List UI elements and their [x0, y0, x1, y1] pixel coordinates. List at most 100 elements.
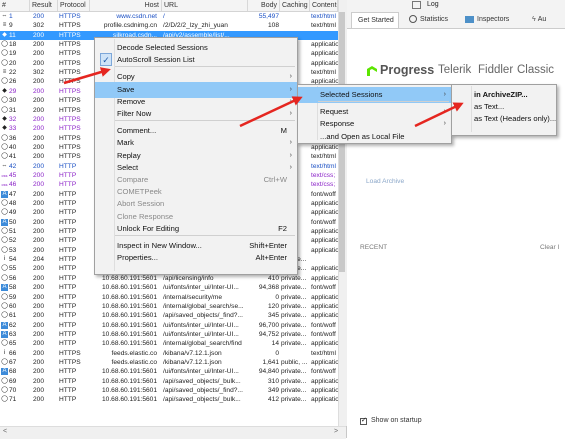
cell-number: 63 — [9, 330, 17, 338]
menu-item-as-text-headers-only[interactable]: as Text (Headers only)... — [452, 111, 556, 127]
col-header-host[interactable]: Host — [90, 0, 162, 11]
col-header-url[interactable]: URL — [162, 0, 248, 11]
cell-number: 9 — [9, 22, 13, 30]
cell-body: 55,497 — [258, 13, 279, 20]
cell-number: 20 — [9, 59, 17, 67]
table-row[interactable]: A 58 200 HTTP 10.68.60.191:5601/ui/fonts/int… — [0, 283, 338, 292]
table-row[interactable]: ≡ 9 302 HTTPS profile.csdnimg.cn/2/D/2/2_lzy… — [0, 21, 338, 30]
col-header-content-type[interactable]: Content- — [310, 0, 338, 11]
cell-caching: private... — [281, 321, 307, 329]
brand-progress: Progress — [380, 63, 435, 77]
cell-caching: private... — [281, 396, 307, 404]
table-row[interactable]: ◯ 70 200 HTTP 10.68.60.191:5601/api/saved_ob… — [0, 386, 338, 395]
cell-host: 10.68.60.191:5601 — [101, 387, 157, 394]
cell-result: 200 — [33, 330, 45, 338]
cell-result: 200 — [33, 106, 45, 114]
tab-inspectors[interactable]: Inspectors — [465, 12, 509, 28]
cell-protocol: HTTPS — [59, 13, 81, 20]
cell-caching: private... — [281, 387, 307, 394]
log-icon — [412, 1, 421, 9]
col-header-protocol[interactable]: Protocol — [58, 0, 90, 11]
col-header-body[interactable]: Body — [248, 0, 280, 11]
json-icon: ◯ — [1, 200, 8, 206]
col-header-num[interactable]: # — [0, 0, 30, 11]
cell-result: 200 — [33, 134, 45, 142]
cell-result: 200 — [33, 368, 45, 376]
show-on-startup-checkbox[interactable]: ✓ — [360, 417, 367, 425]
cell-url: /ui/fonts/inter_ui/Inter-UI... — [163, 284, 239, 292]
tab-log[interactable]: Log — [427, 1, 439, 8]
cell-result: 200 — [33, 78, 45, 86]
table-row[interactable]: A 63 200 HTTP 10.68.60.191:5601/ui/fonts/int… — [0, 330, 338, 339]
redirect-icon: ≡ — [2, 22, 7, 29]
cell-result: 200 — [33, 358, 45, 366]
cell-content-type: applicatio — [311, 358, 338, 366]
cell-body: 310 — [267, 377, 279, 385]
col-header-caching[interactable]: Caching — [280, 0, 310, 11]
cell-number: 26 — [9, 78, 17, 86]
cell-protocol: HTTPS — [59, 349, 81, 357]
cell-number: 54 — [9, 256, 17, 264]
table-row[interactable]: ◯ 69 200 HTTP 10.68.60.191:5601/api/saved_ob… — [0, 377, 338, 386]
cell-content-type: font/woff — [311, 284, 336, 292]
menu-item-and-open-as-local-file[interactable]: ...and Open as Local File — [298, 129, 451, 145]
cell-number: 51 — [9, 228, 17, 236]
json-icon: ◯ — [1, 387, 8, 393]
load-archive-link[interactable]: Load Archive — [366, 178, 404, 185]
cell-result: 200 — [33, 153, 45, 161]
col-header-result[interactable]: Result — [30, 0, 58, 11]
cell-url: /api/licensing/info — [163, 274, 214, 282]
menu-item-properties[interactable]: Properties... Alt+Enter — [95, 250, 297, 266]
table-row[interactable]: ◯ 71 200 HTTP 10.68.60.191:5601/api/saved_ob… — [0, 395, 338, 404]
cell-number: 42 — [9, 162, 17, 170]
cell-protocol: HTTP — [59, 228, 77, 236]
table-row[interactable]: ◯ 56 200 HTTP 10.68.60.191:5601/api/licensin… — [0, 274, 338, 283]
cell-number: 41 — [9, 153, 17, 161]
cell-body: 94,752 — [258, 330, 279, 338]
tab-get-started[interactable]: Get Started — [351, 12, 399, 28]
cell-body: 108 — [267, 22, 279, 30]
cell-host: 10.68.60.191:5601 — [101, 368, 157, 376]
cell-host: 10.68.60.191:5601 — [101, 321, 157, 329]
cell-result: 200 — [33, 13, 45, 20]
cell-content-type: applicatio — [311, 200, 338, 207]
show-on-startup-label: Show on startup — [371, 417, 422, 424]
cell-caching: public, ... — [281, 358, 308, 366]
table-row[interactable]: ◯ 59 200 HTTP 10.68.60.191:5601/internal/sec… — [0, 293, 338, 302]
cell-url: /internal/global_search/find — [163, 340, 242, 348]
menu-item-label: Properties... — [117, 253, 158, 263]
cell-result: 200 — [33, 171, 45, 179]
cell-host: 10.68.60.191:5601 — [101, 377, 157, 385]
table-row[interactable]: ◯ 65 200 HTTP 10.68.60.191:5601/internal/glo… — [0, 339, 338, 348]
brand-telerik: Telerik — [438, 64, 472, 76]
cell-host: feeds.elastic.co — [111, 349, 157, 357]
cell-content-type: applicatio — [311, 312, 338, 320]
css-icon: css — [1, 182, 8, 188]
table-row[interactable]: i 66 200 HTTPS feeds.elastic.co/kibana/v7.12… — [0, 349, 338, 358]
cell-number: 55 — [9, 265, 17, 273]
cell-number: 48 — [9, 200, 17, 207]
cell-url: /api/saved_objects/_find?... — [163, 387, 243, 394]
table-row[interactable]: ◯ 61 200 HTTP 10.68.60.191:5601/api/saved_ob… — [0, 311, 338, 320]
cell-url: /2/D/2/2_lzy_zhi_yuan — [163, 22, 228, 30]
json-icon: ◯ — [1, 59, 8, 66]
tab-statistics[interactable]: Statistics — [409, 12, 448, 28]
table-row[interactable]: ◯ 60 200 HTTP 10.68.60.191:5601/internal/glo… — [0, 302, 338, 311]
table-row[interactable]: ⇔ 1 200 HTTPS www.csdn.net / 55,497 text/html — [0, 12, 338, 21]
table-row[interactable]: ◯ 67 200 HTTPS feeds.elastic.co/kibana/v7.12… — [0, 358, 338, 367]
inspector-tab-strip: Get Started Statistics Inspectors ϟ Au — [347, 11, 565, 29]
table-row[interactable]: A 68 200 HTTP 10.68.60.191:5601/ui/fonts/int… — [0, 367, 338, 376]
cell-result: 200 — [33, 31, 45, 39]
clear-list-link[interactable]: Clear l — [540, 244, 559, 251]
horizontal-scrollbar[interactable]: < > — [0, 426, 346, 439]
scroll-left-icon[interactable]: < — [3, 428, 7, 435]
table-row[interactable]: A 62 200 HTTP 10.68.60.191:5601/ui/fonts/int… — [0, 321, 338, 330]
tab-statistics-label: Statistics — [420, 16, 449, 23]
cell-protocol: HTTP — [59, 293, 77, 301]
tab-autoresponder[interactable]: ϟ Au — [532, 12, 546, 28]
json-icon: ◯ — [1, 265, 8, 272]
scroll-right-icon[interactable]: > — [334, 428, 338, 435]
cell-protocol: HTTP — [59, 218, 77, 226]
cell-protocol: HTTP — [59, 377, 77, 385]
cell-host: 10.68.60.191:5601 — [101, 293, 157, 301]
